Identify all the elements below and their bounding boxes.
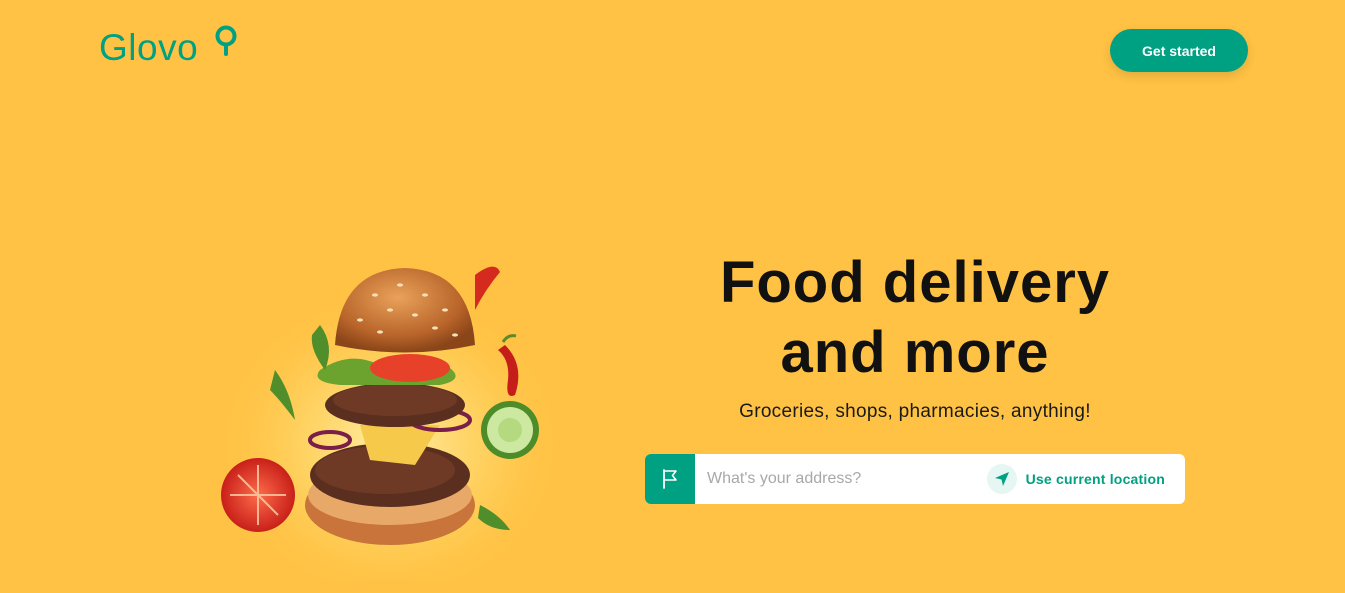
location-arrow-icon	[994, 472, 1009, 486]
headline-line-2: and more	[780, 320, 1050, 385]
address-search-bar: Use current location	[645, 454, 1185, 504]
get-started-button[interactable]: Get started	[1110, 29, 1248, 72]
map-pin-icon	[215, 25, 237, 56]
headline-line-1: Food delivery	[719, 250, 1111, 315]
address-input[interactable]	[695, 454, 987, 504]
use-location-label: Use current location	[1025, 471, 1165, 487]
flag-box	[645, 454, 695, 504]
glovo-logo[interactable]: Glovo	[99, 22, 237, 74]
location-icon-circle	[986, 464, 1017, 494]
burger-illustration	[210, 266, 570, 580]
logo-text: Glovo	[99, 27, 199, 68]
use-current-location-button[interactable]: Use current location	[986, 454, 1185, 504]
hero-headline: Food delivery and more	[645, 248, 1185, 388]
flag-icon	[663, 469, 677, 489]
hero-subheadline: Groceries, shops, pharmacies, anything!	[739, 401, 1091, 422]
header: Glovo Get started	[0, 0, 1345, 100]
